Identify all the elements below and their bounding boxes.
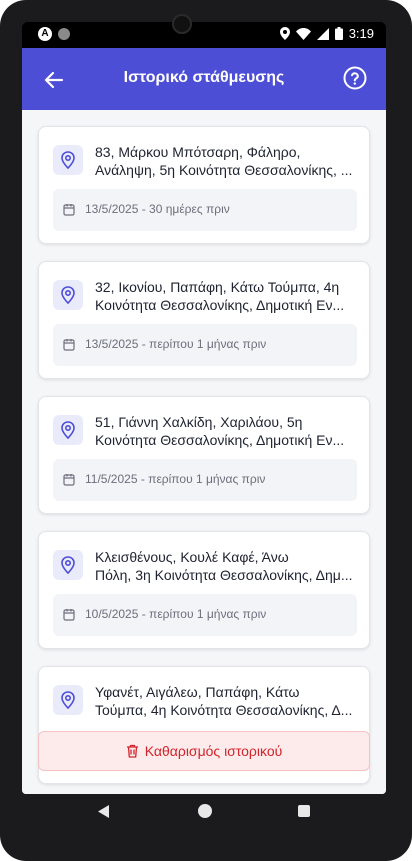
status-time: 3:19 — [348, 26, 374, 41]
app-screen: A 3:19 Ιστορικό στάθμευσης 83, Μάρκου Μπ… — [22, 22, 386, 794]
notification-a-icon: A — [38, 27, 52, 41]
location-pin-icon — [61, 421, 75, 439]
date-row: 11/5/2025 - περίπου 1 μήνας πριν — [53, 459, 357, 501]
history-card[interactable]: Κλεισθένους, Κουλέ Καφέ, Άνω Πόλη, 3η Κοι… — [38, 531, 370, 649]
address-text: Υφανέτ, Αιγάλεω, Παπάφη, Κάτω Τούμπα, 4η … — [95, 684, 353, 718]
address-text: 83, Μάρκου Μπότσαρη, Φάληρο, Ανάληψη, 5η … — [95, 144, 353, 178]
front-camera — [172, 14, 192, 34]
date-text: 11/5/2025 - περίπου 1 μήνας πριν — [85, 472, 266, 486]
trash-icon — [126, 744, 138, 758]
calendar-icon — [63, 474, 75, 486]
clear-history-button[interactable]: Καθαρισμός ιστορικού — [38, 731, 370, 771]
history-list: 83, Μάρκου Μπότσαρη, Φάληρο, Ανάληψη, 5η … — [22, 110, 386, 794]
address-text: Κλεισθένους, Κουλέ Καφέ, Άνω Πόλη, 3η Κοι… — [95, 549, 353, 583]
calendar-icon — [63, 609, 75, 621]
date-text: 13/5/2025 - περίπου 1 μήνας πριν — [85, 337, 267, 351]
date-row: 13/5/2025 - 30 ημέρες πριν — [53, 189, 357, 231]
battery-icon — [334, 27, 343, 40]
help-icon[interactable] — [342, 65, 368, 91]
history-card[interactable]: 51, Γιάννη Χαλκίδη, Χαριλάου, 5η Κοινότητ… — [38, 396, 370, 514]
status-bar: A 3:19 — [22, 22, 386, 48]
app-header: Ιστορικό στάθμευσης — [22, 48, 386, 110]
date-text: 13/5/2025 - 30 ημέρες πριν — [85, 202, 230, 216]
notification-circle-icon — [58, 28, 70, 40]
page-title: Ιστορικό στάθμευσης — [123, 69, 285, 86]
date-row: 13/5/2025 - περίπου 1 μήνας πριν — [53, 324, 357, 366]
system-nav-bar — [0, 794, 412, 832]
clear-history-label: Καθαρισμός ιστορικού — [144, 743, 283, 759]
device-frame: A 3:19 Ιστορικό στάθμευσης 83, Μάρκου Μπ… — [0, 0, 412, 861]
location-pin-icon — [61, 286, 75, 304]
nav-back-icon[interactable] — [98, 805, 110, 818]
nav-home-icon[interactable] — [198, 804, 212, 818]
date-text: 10/5/2025 - περίπου 1 μήνας πριν — [85, 607, 267, 621]
date-row: 10/5/2025 - περίπου 1 μήνας πριν — [53, 594, 357, 636]
location-pin-icon — [61, 556, 75, 574]
location-pin-icon — [61, 151, 75, 169]
history-card[interactable]: 83, Μάρκου Μπότσαρη, Φάληρο, Ανάληψη, 5η … — [38, 126, 370, 244]
address-text: 32, Ικονίου, Παπάφη, Κάτω Τούμπα, 4η Κοιν… — [95, 279, 345, 313]
location-icon — [279, 27, 290, 40]
history-card[interactable]: 32, Ικονίου, Παπάφη, Κάτω Τούμπα, 4η Κοιν… — [38, 261, 370, 379]
calendar-icon — [63, 339, 75, 351]
signal-icon — [316, 27, 329, 40]
nav-recents-icon[interactable] — [298, 805, 310, 817]
address-text: 51, Γιάννη Χαλκίδη, Χαριλάου, 5η Κοινότητ… — [95, 414, 345, 448]
wifi-icon — [295, 27, 311, 40]
location-pin-icon — [61, 691, 75, 709]
calendar-icon — [63, 204, 75, 216]
